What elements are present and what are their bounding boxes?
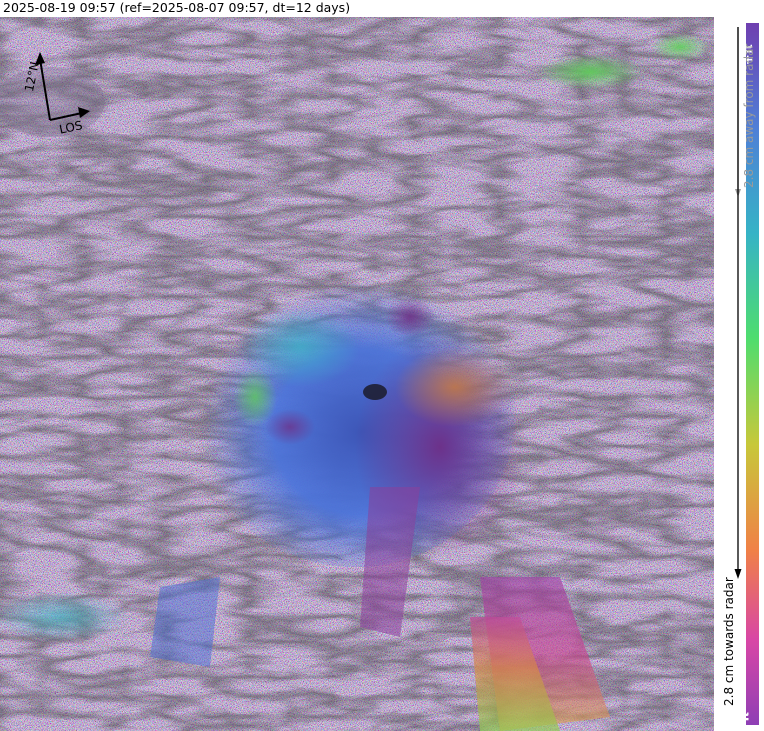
title-bar: 2025-08-19 09:57 (ref=2025-08-07 09:57, …: [0, 0, 764, 17]
towards-radar-label: 2.8 cm towards radar: [722, 577, 736, 706]
image-title: 2025-08-19 09:57 (ref=2025-08-07 09:57, …: [3, 0, 351, 15]
interferogram-image: [0, 17, 714, 731]
interferogram-view: 2025-08-19 09:57 (ref=2025-08-07 09:57, …: [0, 0, 764, 731]
colorbar-min-label: -π: [737, 711, 753, 728]
away-from-radar-label: 2.8 cm away from radar: [742, 43, 756, 188]
